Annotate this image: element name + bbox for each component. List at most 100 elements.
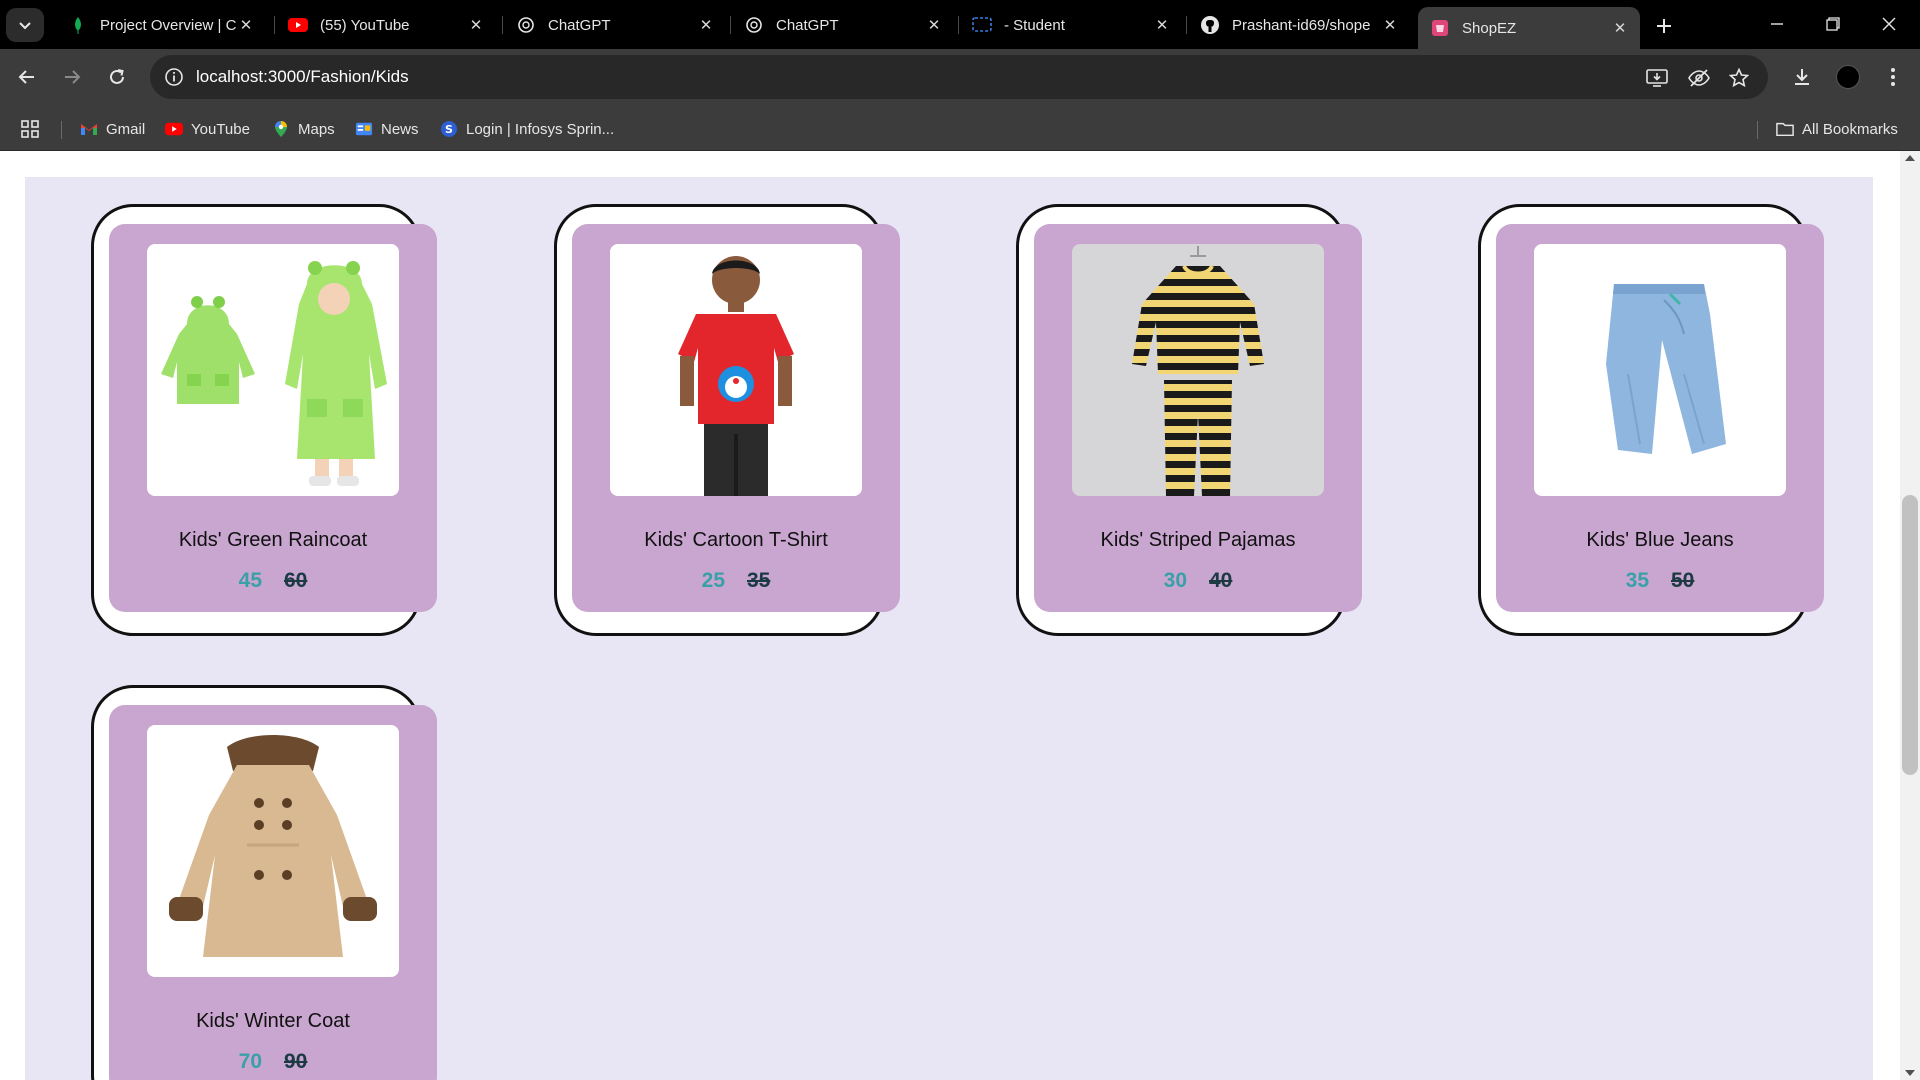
bookmark-maps[interactable]: Maps (272, 117, 335, 141)
close-icon[interactable]: ✕ (1380, 15, 1400, 35)
product-name: Kids' Cartoon T-Shirt (644, 529, 828, 551)
chevron-down-icon (19, 22, 31, 30)
gmail-icon (80, 120, 98, 138)
all-bookmarks-label: All Bookmarks (1802, 120, 1898, 138)
product-name: Kids' Green Raincoat (178, 529, 368, 551)
tab-chatgpt-2[interactable]: ChatGPT ✕ (732, 7, 954, 43)
product-price: 70 (238, 1050, 262, 1073)
product-card-body: Kids' Striped Pajamas 30 40 (1034, 224, 1362, 612)
product-card-body: Kids' Winter Coat 70 90 (109, 705, 437, 1080)
product-original-price: 40 (1209, 569, 1233, 592)
striped-pajamas-image[interactable] (1072, 244, 1324, 496)
profile-button[interactable] (1831, 60, 1865, 94)
bookmarks-divider (1757, 121, 1758, 139)
maps-icon (272, 120, 290, 138)
youtube-icon (288, 15, 308, 35)
bookmark-gmail[interactable]: Gmail (80, 117, 145, 141)
back-button[interactable] (10, 60, 44, 94)
blue-jeans-image[interactable] (1534, 244, 1786, 496)
close-icon[interactable]: ✕ (1152, 15, 1172, 35)
forward-button[interactable] (55, 60, 89, 94)
avatar (1836, 65, 1860, 89)
download-icon (1795, 69, 1809, 85)
tab-title: (55) YouTube (320, 16, 410, 34)
tab-search-button[interactable] (6, 8, 44, 42)
tab-youtube[interactable]: (55) YouTube ✕ (276, 7, 496, 43)
product-card-body: Kids' Blue Jeans 35 50 (1496, 224, 1824, 612)
tab-divider (1186, 16, 1187, 34)
apps-button[interactable] (20, 117, 40, 141)
product-original-price: 60 (284, 569, 308, 592)
bookmark-star-icon[interactable] (1726, 65, 1752, 91)
install-app-icon[interactable] (1644, 65, 1670, 91)
close-icon[interactable]: ✕ (466, 15, 486, 35)
product-card[interactable]: Kids' Green Raincoat 45 60 (91, 204, 437, 636)
product-name: Kids' Striped Pajamas (1100, 529, 1296, 551)
new-tab-button[interactable] (1650, 12, 1678, 40)
reload-button[interactable] (100, 60, 134, 94)
tab-title: ShopEZ (1462, 19, 1517, 37)
bookmark-youtube[interactable]: YouTube (165, 117, 250, 141)
bookmark-news[interactable]: News (355, 117, 419, 141)
tab-title: - Student (1004, 16, 1065, 34)
shopez-icon (1430, 18, 1450, 38)
tab-shopez[interactable]: ShopEZ ✕ (1418, 7, 1640, 49)
all-bookmarks-button[interactable]: All Bookmarks (1776, 117, 1898, 141)
chatgpt-icon (744, 15, 764, 35)
restore-icon (1826, 17, 1840, 31)
product-prices: 70 90 (109, 1050, 437, 1074)
scroll-up-arrow-icon[interactable] (1905, 155, 1915, 161)
scrollbar-thumb[interactable] (1902, 495, 1918, 775)
green-raincoat-image[interactable] (147, 244, 399, 496)
tab-chatgpt-1[interactable]: ChatGPT ✕ (504, 7, 726, 43)
product-original-price: 50 (1671, 569, 1695, 592)
product-card-body: Kids' Cartoon T-Shirt 25 35 (572, 224, 900, 612)
plus-icon (1657, 19, 1671, 33)
page-scrollbar[interactable] (1900, 151, 1920, 1080)
red-cartoon-tshirt-image[interactable] (610, 244, 862, 496)
chatgpt-icon (516, 15, 536, 35)
product-card[interactable]: Kids' Winter Coat 70 90 (91, 685, 437, 1080)
page-viewport: Kids' Green Raincoat 45 60 Kids' Cartoon… (0, 151, 1900, 1080)
product-price: 25 (701, 569, 725, 592)
product-price: 45 (238, 569, 262, 592)
scroll-down-arrow-icon[interactable] (1905, 1070, 1915, 1076)
eye-off-icon[interactable] (1686, 65, 1712, 91)
product-card[interactable]: Kids' Blue Jeans 35 50 (1478, 204, 1824, 636)
bookmark-infosys-springboard[interactable]: S Login | Infosys Sprin... (440, 117, 614, 141)
close-icon[interactable]: ✕ (696, 15, 716, 35)
product-name: Kids' Winter Coat (196, 1010, 350, 1032)
site-info-icon[interactable] (162, 65, 186, 89)
address-bar[interactable]: localhost:3000/Fashion/Kids (150, 55, 1768, 99)
tab-title: Prashant-id69/shope (1232, 16, 1371, 34)
browser-menu-button[interactable] (1876, 60, 1910, 94)
product-prices: 25 35 (572, 569, 900, 593)
restore-button[interactable] (1810, 8, 1856, 40)
product-card[interactable]: Kids' Cartoon T-Shirt 25 35 (554, 204, 900, 636)
arrow-left-icon (18, 70, 34, 84)
bookmarks-bar: Gmail YouTube Maps News S Login | Infosy… (0, 107, 1920, 151)
infosys-springboard-icon: S (440, 120, 458, 138)
mongodb-leaf-icon (68, 15, 88, 35)
minimize-button[interactable] (1754, 8, 1800, 40)
browser-toolbar: localhost:3000/Fashion/Kids (0, 49, 1920, 107)
close-icon[interactable]: ✕ (236, 15, 256, 35)
tab-github[interactable]: Prashant-id69/shope ✕ (1188, 7, 1410, 43)
downloads-button[interactable] (1785, 60, 1819, 94)
bookmark-label: News (381, 120, 419, 138)
product-prices: 30 40 (1034, 569, 1362, 593)
close-window-button[interactable] (1866, 8, 1912, 40)
winter-coat-image[interactable] (147, 725, 399, 977)
apps-grid-icon (21, 120, 39, 138)
tab-divider (958, 16, 959, 34)
url-text[interactable]: localhost:3000/Fashion/Kids (196, 67, 409, 87)
tab-project-overview[interactable]: Project Overview | Cl ✕ (56, 7, 266, 43)
product-card[interactable]: Kids' Striped Pajamas 30 40 (1016, 204, 1362, 636)
tab-student[interactable]: - Student ✕ (960, 7, 1182, 43)
close-icon[interactable]: ✕ (924, 15, 944, 35)
product-original-price: 90 (284, 1050, 308, 1073)
product-prices: 35 50 (1496, 569, 1824, 593)
close-icon[interactable]: ✕ (1610, 18, 1630, 38)
browser-tab-strip: Project Overview | Cl ✕ (55) YouTube ✕ C… (0, 0, 1920, 49)
tab-divider (274, 16, 275, 34)
